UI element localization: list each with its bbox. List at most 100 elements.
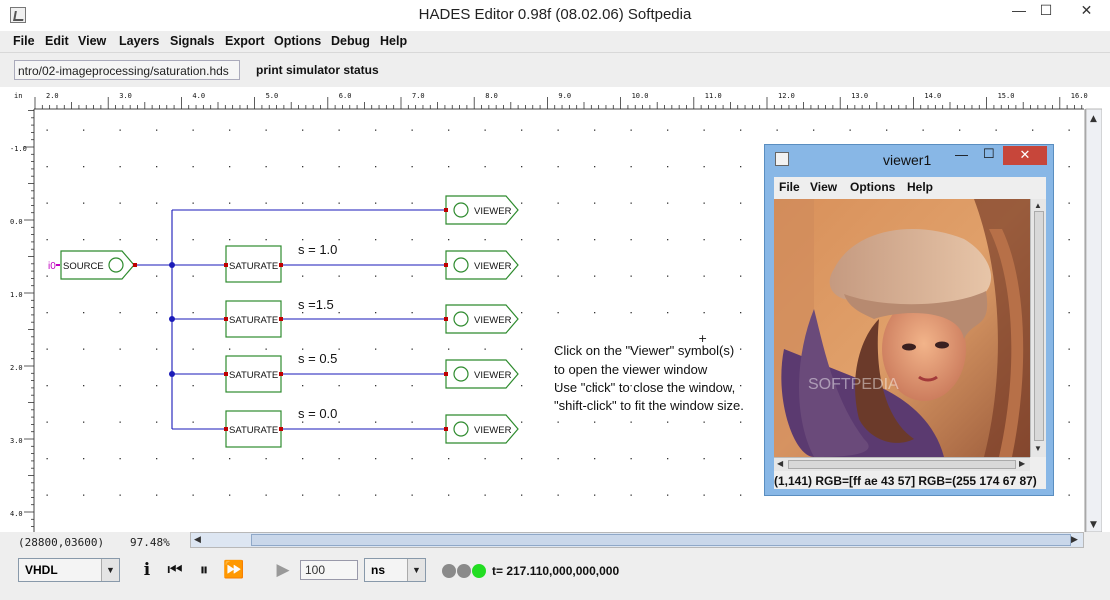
viewer-scroll-down-icon[interactable]: ▼ [1034,444,1042,453]
viewer-hscroll-thumb[interactable] [788,460,1016,469]
canvas-horizontal-scrollbar[interactable]: ◀ ▶ [190,532,1084,548]
step-icon[interactable]: ▶ [272,558,294,582]
file-path-field[interactable]: ntro/02-imageprocessing/saturation.hds [14,60,240,80]
ruler-y-tick-label: 4.0 [10,510,23,518]
menu-signals[interactable]: Signals [170,34,214,48]
menu-layers[interactable]: Layers [119,34,159,48]
print-status-button[interactable]: print simulator status [256,63,379,77]
menu-help[interactable]: Help [380,34,407,48]
cursor-coordinates: (28800,03600) [18,536,105,549]
saturate-param: s = 0.0 [298,406,337,421]
viewer-component-4[interactable]: VIEWER [444,359,519,389]
ruler-x-tick-label: 14.0 [924,92,941,100]
scroll-up-icon[interactable]: ▲ [1090,114,1097,124]
viewer-label: VIEWER [474,206,512,217]
close-button[interactable]: ✕ [1063,0,1110,22]
canvas-vertical-scrollbar[interactable] [1085,108,1102,532]
ruler-x-tick-label: 12.0 [778,92,795,100]
fast-forward-icon[interactable]: ⏩ [223,558,245,582]
ruler-x-tick-label: 11.0 [705,92,722,100]
chevron-down-icon[interactable]: ▼ [101,559,119,581]
time-unit-select[interactable]: ns ▼ [364,558,426,582]
saturate-label: SATURATE [229,425,278,436]
menu-edit[interactable]: Edit [45,34,69,48]
step-time-field[interactable]: 100 [300,560,358,580]
source-pin-label: i0 [48,261,56,272]
viewer-title-bar[interactable]: viewer1 — ☐ ✕ [765,145,1053,173]
scroll-down-icon[interactable]: ▼ [1090,520,1097,530]
svg-text:SOFTPEDIA: SOFTPEDIA [808,376,899,393]
canvas-hscroll-thumb[interactable] [251,534,1071,546]
menu-view[interactable]: View [78,34,106,48]
title-bar: HADES Editor 0.98f (08.02.06) Softpedia … [0,0,1110,31]
mode-value: VHDL [25,563,58,577]
saturate-label: SATURATE [229,315,278,326]
rewind-icon[interactable]: ⏮ [164,558,186,582]
viewer-scroll-left-icon[interactable]: ◀ [777,459,783,468]
ruler-y-tick-label: 2.0 [10,364,23,372]
viewer-menu-help[interactable]: Help [907,180,933,194]
instruction-line-2: to open the viewer window [554,362,708,377]
viewer-menu-view[interactable]: View [810,180,837,194]
ruler-x-tick-label: 3.0 [119,92,132,100]
status-led-1 [442,564,456,578]
scroll-right-icon[interactable]: ▶ [1071,534,1078,545]
window-title: HADES Editor 0.98f (08.02.06) Softpedia [418,6,692,23]
bottom-bar: (28800,03600) 97.48% ◀ ▶ VHDL ▼ i ⏮ ⏸ ⏩ … [0,532,1110,600]
source-component[interactable]: i0 SOURCE [48,250,137,280]
viewer-label: VIEWER [474,425,512,436]
status-led-2 [457,564,471,578]
viewer-scroll-right-icon[interactable]: ▶ [1019,459,1025,468]
ruler-x-tick-label: 9.0 [558,92,571,100]
viewer-menu-file[interactable]: File [779,180,800,194]
saturate-param: s =1.5 [298,297,334,312]
scroll-left-icon[interactable]: ◀ [194,534,201,545]
viewer-horizontal-scrollbar[interactable]: ◀ ▶ [774,457,1030,471]
viewer-vertical-scrollbar[interactable]: ▲ ▼ [1030,199,1046,457]
ruler-x-tick-label: 8.0 [485,92,498,100]
saturate-param: s = 0.5 [298,351,337,366]
viewer-component-2[interactable]: VIEWER [444,250,519,280]
maximize-button[interactable]: ☐ [1030,0,1062,22]
crosshair-cursor-icon: + [698,332,707,345]
menu-debug[interactable]: Debug [331,34,370,48]
ruler-unit: in [14,92,22,100]
status-led-3 [472,564,486,578]
ruler-x-tick-label: 10.0 [632,92,649,100]
zoom-level: 97.48% [130,536,170,549]
instruction-line-1: Click on the "Viewer" symbol(s) [554,343,734,358]
saturate-label: SATURATE [229,261,278,272]
chevron-down-icon[interactable]: ▼ [407,559,425,581]
viewer-label: VIEWER [474,370,512,381]
viewer-image[interactable]: SOFTPEDIA [774,199,1030,457]
instruction-line-4: "shift-click" to fit the window size. [554,398,744,413]
viewer-window[interactable]: viewer1 — ☐ ✕ File View Options Help SOF… [764,144,1054,496]
ruler-x-tick-label: 2.0 [46,92,59,100]
viewer-title: viewer1 [883,152,932,168]
menu-bar: File Edit View Layers Signals Export Opt… [0,31,1110,53]
saturate-label: SATURATE [229,370,278,381]
viewer-minimize-button[interactable]: — [955,147,968,162]
viewer-maximize-button[interactable]: ☐ [983,146,995,162]
menu-options[interactable]: Options [274,34,321,48]
menu-file[interactable]: File [13,34,35,48]
source-label: SOURCE [63,261,104,272]
viewer-app-icon [775,152,789,166]
viewer-scroll-up-icon[interactable]: ▲ [1034,201,1042,210]
mode-select[interactable]: VHDL ▼ [18,558,120,582]
viewer-menu-options[interactable]: Options [850,180,895,194]
ruler-y-tick-label: -1.0 [10,145,27,153]
viewer-component-5[interactable]: VIEWER [444,414,519,444]
viewer-label: VIEWER [474,315,512,326]
ruler-x-tick-label: 6.0 [339,92,352,100]
info-icon[interactable]: i [136,558,158,582]
viewer-component-3[interactable]: VIEWER [444,304,519,334]
ruler-y-tick-label: 1.0 [10,291,23,299]
viewer-component-1[interactable]: VIEWER [444,195,519,225]
viewer-close-button[interactable]: ✕ [1003,146,1047,165]
viewer-label: VIEWER [474,261,512,272]
menu-export[interactable]: Export [225,34,265,48]
pause-icon[interactable]: ⏸ [193,558,215,582]
viewer-vscroll-thumb[interactable] [1034,211,1044,441]
ruler-x-tick-label: 16.0 [1071,92,1088,100]
